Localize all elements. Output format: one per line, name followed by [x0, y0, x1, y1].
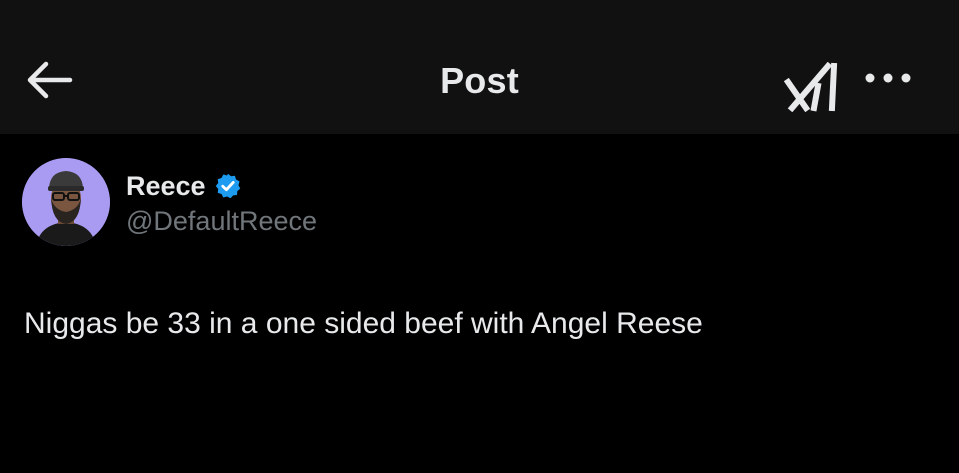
grok-button[interactable]	[784, 62, 842, 112]
post-text: Niggas be 33 in a one sided beef with An…	[24, 307, 703, 340]
back-button[interactable]	[24, 58, 76, 102]
display-name: Reece	[126, 170, 206, 201]
arrow-left-icon	[27, 61, 73, 99]
avatar-image	[22, 158, 110, 246]
avatar[interactable]	[22, 158, 110, 246]
more-horizontal-icon	[865, 73, 911, 83]
verified-badge-icon	[214, 172, 242, 200]
post: Reece @DefaultReece Niggas be 33 in a on…	[0, 134, 959, 473]
author-handle[interactable]: @DefaultReece	[126, 206, 317, 237]
top-app-bar: Post	[0, 0, 959, 134]
grok-icon	[784, 62, 838, 112]
more-options-button[interactable]	[860, 66, 916, 90]
author-name-row[interactable]: Reece	[126, 170, 242, 202]
